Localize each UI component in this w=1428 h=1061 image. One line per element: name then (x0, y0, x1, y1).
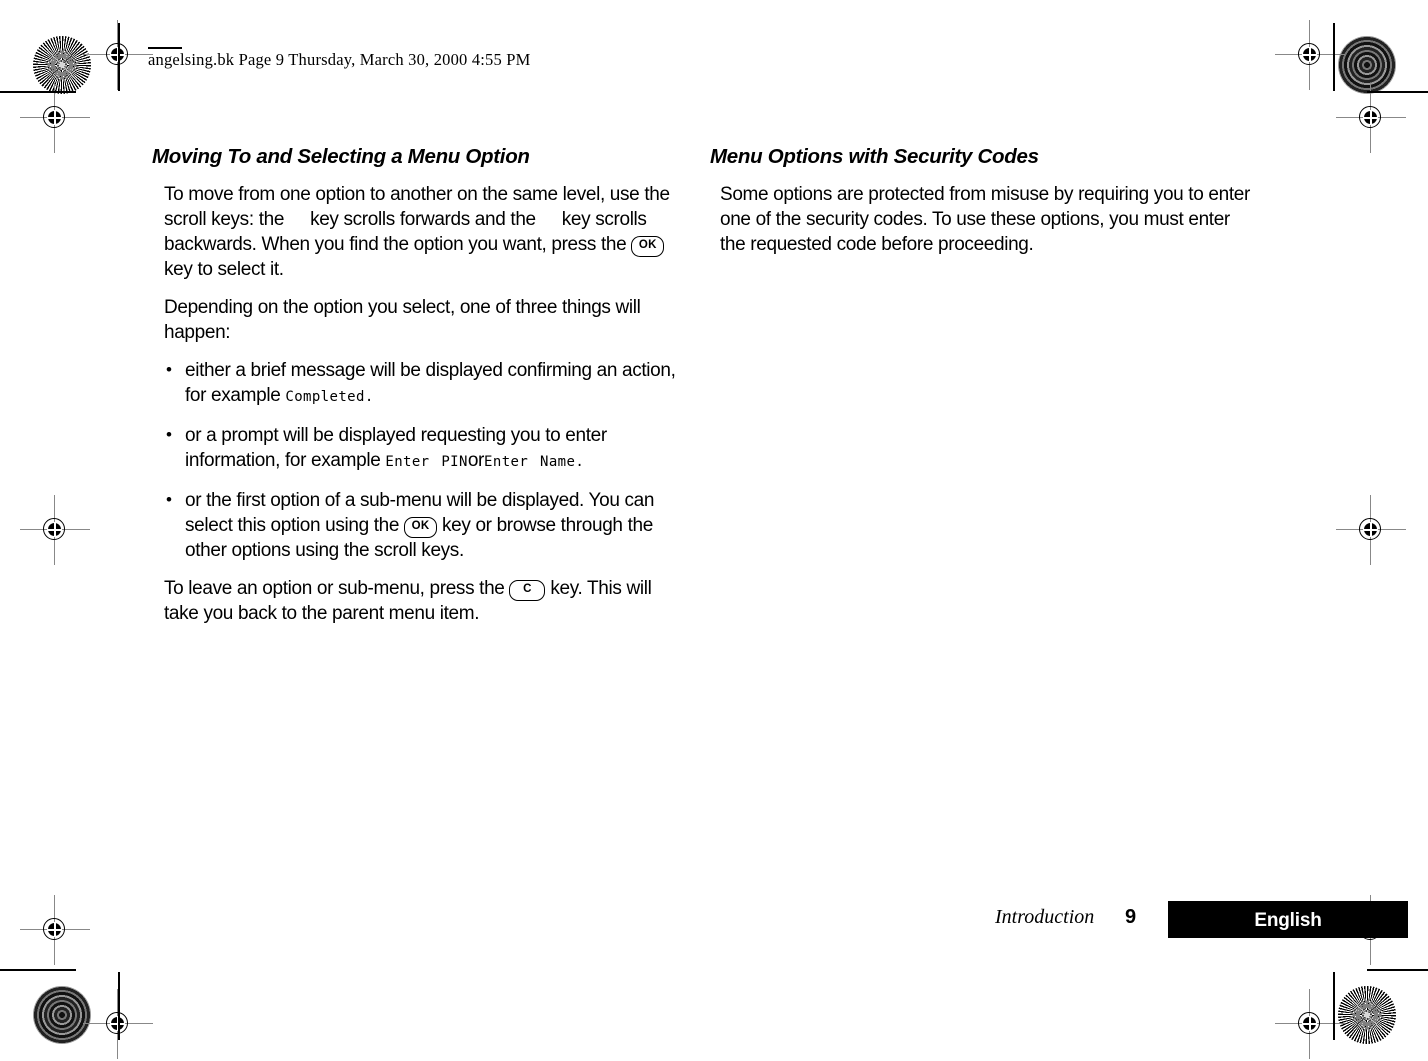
language-label: English (1254, 910, 1322, 931)
registration-mark-left-middle (20, 495, 90, 565)
page-number: 9 (1125, 906, 1137, 928)
left-paragraph-3-part-1: To leave an option or sub-menu, press th… (164, 577, 505, 599)
density-target-top-right (1338, 36, 1396, 94)
trim-rule-top-left-vertical (118, 23, 120, 91)
outcome-list: either a brief message will be displayed… (152, 357, 688, 563)
clear-key-icon: C (509, 579, 546, 601)
left-paragraph-2: Depending on the option you select, one … (164, 296, 641, 343)
right-paragraph-1: Some options are protected from misuse b… (720, 183, 1250, 255)
density-target-bottom-left (33, 986, 91, 1044)
registration-mark-right-middle (1336, 495, 1406, 565)
registration-mark-top-left (83, 20, 153, 90)
trim-rule-top-right-horizontal (1367, 91, 1428, 93)
registration-mark-top-right (1275, 20, 1345, 90)
bullet-1-display-text: Completed. (285, 388, 374, 405)
right-section-heading: Menu Options with Security Codes (710, 145, 1039, 168)
list-item: or the first option of a sub-menu will b… (152, 487, 688, 563)
right-column: Menu Options with Security Codes Some op… (710, 145, 1250, 270)
list-item: or a prompt will be displayed requesting… (152, 422, 688, 475)
slug-rule (148, 47, 182, 49)
registration-mark-top-right-inner (1336, 83, 1406, 153)
bullet-2-display-text-1: Enter PIN (385, 453, 468, 470)
file-slug: angelsing.bk Page 9 Thursday, March 30, … (148, 50, 531, 69)
left-paragraph-1-part-4: key to select it. (164, 258, 284, 280)
resolution-target-top-left (33, 36, 91, 94)
list-item: either a brief message will be displayed… (152, 357, 688, 410)
bullet-2-conjunction: or (467, 449, 485, 471)
registration-mark-bottom-right (1275, 989, 1345, 1059)
resolution-target-bottom-right (1338, 986, 1396, 1044)
ok-key-icon: OK (404, 516, 438, 538)
trim-rule-bottom-right-horizontal (1367, 969, 1428, 971)
trim-rule-top-right-vertical (1333, 23, 1335, 91)
left-paragraph-1: To move from one option to another on th… (164, 182, 688, 282)
trim-rule-bottom-right-vertical (1333, 972, 1335, 1040)
left-column: Moving To and Selecting a Menu Option To… (152, 145, 688, 639)
registration-mark-bottom-left (83, 989, 153, 1059)
left-paragraph-1-part-2: key scrolls forwards and the (310, 208, 536, 230)
registration-mark-bottom-left-inner (20, 895, 90, 965)
trim-rule-bottom-left-horizontal (0, 969, 76, 971)
registration-mark-top-left-inner (20, 83, 90, 153)
trim-rule-bottom-left-vertical (118, 972, 120, 1040)
bullet-1-text: either a brief message will be displayed… (185, 359, 676, 406)
left-paragraph-3: To leave an option or sub-menu, press th… (164, 576, 688, 626)
language-bar: English (1168, 901, 1408, 938)
left-section-heading: Moving To and Selecting a Menu Option (152, 145, 530, 168)
footer-chapter-name: Introduction (995, 906, 1095, 928)
bullet-2-display-text-2: Enter Name. (484, 453, 585, 470)
ok-key-icon: OK (631, 235, 665, 257)
trim-rule-top-left-horizontal (0, 91, 76, 93)
